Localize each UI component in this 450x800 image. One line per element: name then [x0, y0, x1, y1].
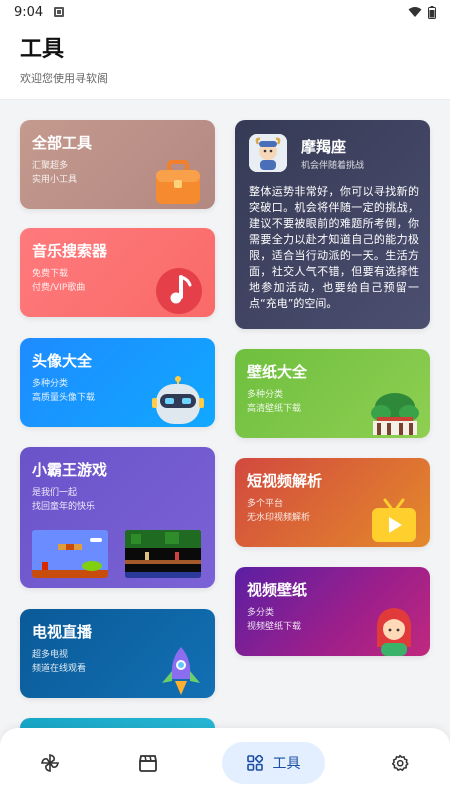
notification-icon — [53, 6, 65, 18]
card-line2: 无水印视频解析 — [247, 513, 311, 523]
clapperboard-icon — [138, 755, 158, 772]
card-line2: 实用小工具 — [32, 175, 78, 185]
card-line1: 多个平台 — [247, 499, 284, 509]
card-title: 小霸王游戏 — [32, 461, 108, 479]
page-subtitle: 欢迎您使用寻软阁 — [20, 72, 108, 85]
page-title: 工具 — [20, 37, 65, 62]
temple-scene-icon — [371, 393, 419, 435]
card-line2: 高清壁纸下载 — [247, 404, 302, 414]
card-line1: 是我们一起 — [32, 488, 78, 498]
card-horoscope[interactable]: 摩羯座 机会伴随着挑战 整体运势非常好，你可以寻找新的突破口。机会将伴随一定的挑… — [235, 120, 430, 329]
card-line1: 多分类 — [247, 608, 275, 618]
nav-video[interactable] — [128, 742, 168, 784]
capricorn-avatar-icon — [249, 134, 287, 172]
nav-tools[interactable]: 工具 — [222, 742, 325, 784]
card-line1: 汇聚超多 — [32, 161, 69, 171]
card-line2: 视频壁纸下载 — [247, 622, 302, 632]
status-time: 9:04 — [14, 4, 44, 20]
card-wallpapers[interactable]: 壁纸大全 多种分类 高清壁纸下载 — [235, 349, 430, 438]
card-line1: 多种分类 — [247, 390, 284, 400]
card-title: 电视直播 — [32, 623, 93, 641]
video-play-icon — [372, 498, 416, 542]
horoscope-subtitle: 机会伴随着挑战 — [301, 161, 365, 171]
battery-icon — [428, 5, 436, 19]
game-screenshot-contra — [125, 530, 201, 578]
card-all-tools[interactable]: 全部工具 汇聚超多 实用小工具 — [20, 120, 215, 209]
card-title: 音乐搜索器 — [32, 242, 108, 260]
page-header: 工具 欢迎您使用寻软阁 — [0, 24, 450, 100]
card-music-search[interactable]: 音乐搜索器 免费下载 付费/VIP歌曲 — [20, 228, 215, 317]
card-line2: 找回童年的快乐 — [32, 502, 96, 512]
horoscope-text: 整体运势非常好，你可以寻找新的突破口。机会将伴随一定的挑战，建议不要被眼前的难题… — [249, 185, 419, 310]
rocket-icon — [162, 647, 200, 695]
robot-icon — [152, 376, 204, 424]
gear-icon — [391, 754, 409, 771]
card-title: 头像大全 — [32, 352, 93, 370]
card-nes-games[interactable]: 小霸王游戏 是我们一起 找回童年的快乐 — [20, 447, 215, 588]
music-note-icon — [156, 268, 202, 314]
card-title: 视频壁纸 — [247, 581, 308, 599]
card-line1: 多种分类 — [32, 379, 69, 389]
card-title: 壁纸大全 — [247, 363, 308, 381]
girl-avatar-icon — [376, 608, 412, 656]
card-tv-live[interactable]: 电视直播 超多电视 频道在线观看 — [20, 609, 215, 698]
grid-icon — [246, 755, 263, 771]
card-title: 全部工具 — [32, 134, 93, 152]
card-line2: 付费/VIP歌曲 — [32, 283, 86, 293]
card-line1: 免费下载 — [32, 269, 69, 279]
card-line1: 超多电视 — [32, 650, 69, 660]
bottom-navigation: 工具 — [0, 728, 450, 800]
horoscope-name: 摩羯座 — [301, 138, 347, 156]
pinwheel-icon — [41, 754, 59, 772]
card-line2: 频道在线观看 — [32, 664, 87, 674]
game-screenshot-mario — [32, 530, 108, 578]
card-video-wallpaper[interactable]: 视频壁纸 多分类 视频壁纸下载 — [235, 567, 430, 656]
card-avatar[interactable]: 头像大全 多种分类 高质量头像下载 — [20, 338, 215, 427]
card-line2: 高质量头像下载 — [32, 393, 96, 403]
nav-pinwheel[interactable] — [30, 742, 70, 784]
card-title: 短视频解析 — [247, 472, 323, 490]
toolbox-icon — [156, 160, 200, 204]
wifi-icon — [408, 6, 422, 18]
card-short-video-parse[interactable]: 短视频解析 多个平台 无水印视频解析 — [235, 458, 430, 547]
nav-settings[interactable] — [380, 742, 420, 784]
nav-tools-label: 工具 — [272, 756, 301, 772]
status-bar: 9:04 — [0, 0, 450, 24]
